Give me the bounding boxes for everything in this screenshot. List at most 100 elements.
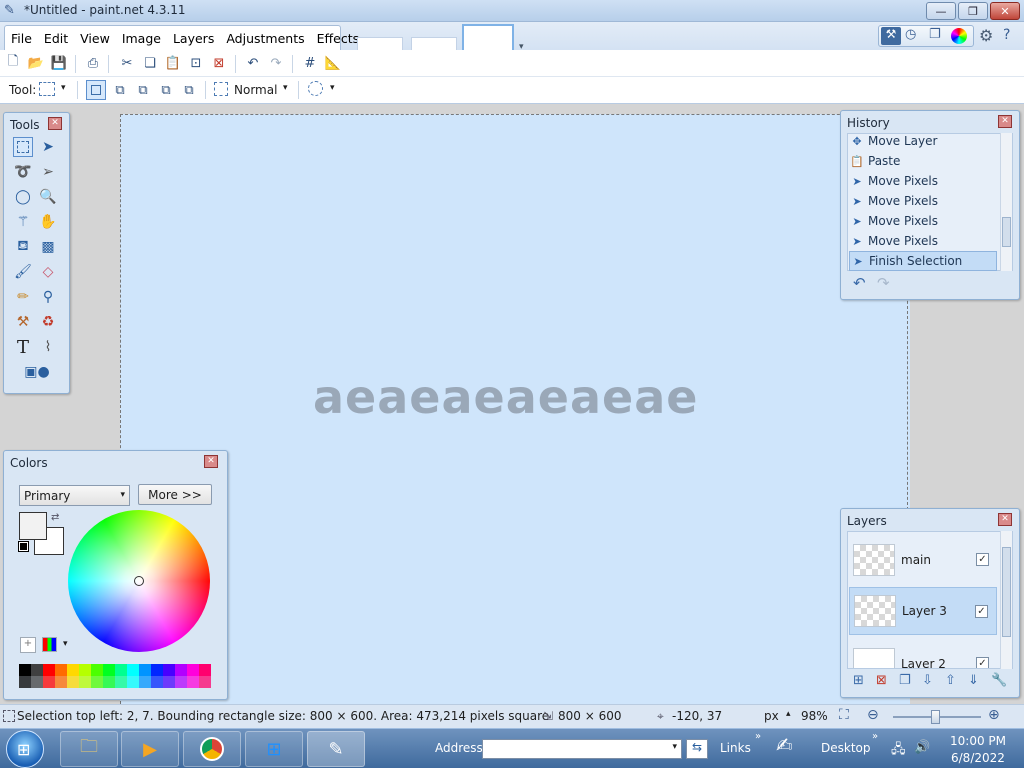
clock-date[interactable]: 6/8/2022 (951, 751, 1005, 765)
grid-icon[interactable]: # (301, 54, 319, 72)
menu-image[interactable]: Image (116, 31, 167, 46)
units-select[interactable]: px (764, 709, 779, 723)
tools-toggle-icon[interactable]: ⚒ (881, 27, 901, 45)
selected-tool-icon[interactable] (39, 82, 55, 96)
rectangle-select-tool-icon[interactable] (13, 137, 33, 157)
selection-mode-intersect[interactable]: ⧉ (157, 81, 175, 99)
close-button[interactable]: ✕ (990, 2, 1020, 20)
palette-swatch[interactable] (43, 676, 55, 688)
zoom-level[interactable]: 98% (801, 709, 828, 723)
history-close-icon[interactable]: ✕ (998, 115, 1012, 128)
palette-swatch[interactable] (67, 676, 79, 688)
move-layer-down-icon[interactable]: ⇓ (968, 673, 979, 688)
color-picker-icon[interactable]: ⚲ (38, 287, 58, 307)
print-icon[interactable]: ⎙ (84, 54, 102, 72)
selection-mode-exclude[interactable]: ⧉ (134, 81, 152, 99)
palette-swatch[interactable] (91, 676, 103, 688)
palette-swatch[interactable] (127, 676, 139, 688)
lasso-select-icon[interactable]: ➰ (13, 162, 33, 182)
selection-mode-union[interactable]: ⧉ (111, 81, 129, 99)
blend-mode-dropdown-icon[interactable]: ▾ (283, 83, 288, 93)
menu-file[interactable]: File (5, 31, 38, 46)
layer-visibility-checkbox[interactable]: ✓ (976, 657, 989, 668)
color-wheel-cursor[interactable] (134, 576, 144, 586)
zoom-out-icon[interactable]: ⊖ (867, 707, 879, 723)
move-selected-pixels-icon[interactable]: ➤ (38, 137, 58, 157)
ellipse-select-icon[interactable]: ◯ (13, 187, 33, 207)
palette-swatch[interactable] (103, 664, 115, 676)
recolor-icon[interactable]: ♻ (38, 312, 58, 332)
selection-mode-replace[interactable] (86, 80, 106, 100)
layers-close-icon[interactable]: ✕ (998, 513, 1012, 526)
palette-swatch[interactable] (115, 664, 127, 676)
palette-swatch[interactable] (19, 664, 31, 676)
magic-wand-icon[interactable]: ⚚ (13, 212, 33, 232)
gear-icon[interactable]: ⚙ (979, 26, 993, 45)
undo-icon[interactable]: ↶ (244, 54, 262, 72)
palette-swatch[interactable] (19, 676, 31, 688)
layer-visibility-checkbox[interactable]: ✓ (975, 605, 988, 618)
layers-toggle-icon[interactable]: ❐ (929, 27, 941, 42)
palette-swatch[interactable] (127, 664, 139, 676)
palette-swatch[interactable] (151, 664, 163, 676)
history-item[interactable]: ➤ Move Pixels (849, 191, 997, 211)
gradient-icon[interactable]: ▩ (38, 237, 58, 257)
color-palette[interactable] (19, 664, 212, 688)
layers-scrollbar[interactable] (1000, 531, 1012, 669)
move-selection-icon[interactable]: ➢ (38, 162, 58, 182)
palette-swatch[interactable] (79, 664, 91, 676)
crop-icon[interactable]: ⊡ (187, 54, 205, 72)
palette-swatch[interactable] (31, 676, 43, 688)
colors-toggle-icon[interactable] (951, 28, 967, 44)
palette-swatch[interactable] (31, 664, 43, 676)
eraser-icon[interactable]: ◇ (38, 262, 58, 282)
history-item[interactable]: ➤ Move Pixels (849, 171, 997, 191)
zoom-icon[interactable]: 🔍 (38, 187, 58, 207)
palette-swatch[interactable] (79, 676, 91, 688)
selection-quality-icon[interactable] (214, 82, 228, 96)
paintnet-taskbar-button[interactable]: ✎ (307, 731, 365, 767)
move-layer-up-icon[interactable]: ⇧ (945, 673, 956, 688)
zoom-in-icon[interactable]: ⊕ (988, 707, 1000, 723)
layer-visibility-checkbox[interactable]: ✓ (976, 553, 989, 566)
line-curve-icon[interactable]: ⌇ (38, 337, 58, 357)
redo-icon[interactable]: ↷ (267, 54, 285, 72)
colors-close-icon[interactable]: ✕ (204, 455, 218, 468)
blend-mode-select[interactable]: Normal (234, 83, 277, 97)
cut-icon[interactable]: ✂ (118, 54, 136, 72)
new-icon[interactable]: 🗋 (4, 54, 22, 72)
shapes-icon[interactable]: ▣● (22, 362, 52, 382)
delete-layer-icon[interactable]: ⊠ (876, 673, 887, 688)
palette-swatch[interactable] (187, 664, 199, 676)
menu-adjustments[interactable]: Adjustments (220, 31, 310, 46)
selection-mode-invert[interactable]: ⧉ (180, 81, 198, 99)
palette-swatch[interactable] (91, 664, 103, 676)
antialias-dropdown-icon[interactable]: ▾ (330, 83, 335, 93)
clock-time[interactable]: 10:00 PM (950, 734, 1006, 748)
history-toggle-icon[interactable]: ◷ (905, 27, 916, 42)
tool-dropdown-icon[interactable]: ▾ (61, 83, 66, 93)
go-icon[interactable]: ⇆ (686, 739, 708, 759)
swap-colors-icon[interactable]: ⇄ (51, 512, 59, 523)
palette-swatch[interactable] (163, 676, 175, 688)
text-tool-icon[interactable]: T (13, 337, 33, 358)
duplicate-layer-icon[interactable]: ❐ (899, 673, 911, 688)
ruler-icon[interactable]: 📐 (324, 54, 342, 72)
palette-swatch[interactable] (187, 676, 199, 688)
primary-color-swatch[interactable] (19, 512, 47, 540)
layer-row-selected[interactable]: Layer 3 ✓ (849, 587, 997, 635)
menu-edit[interactable]: Edit (38, 31, 74, 46)
history-item-current[interactable]: ➤ Finish Selection (849, 251, 997, 271)
store-taskbar-button[interactable]: ⊞ (245, 731, 303, 767)
add-layer-icon[interactable]: ⊞ (853, 673, 864, 688)
antialias-icon[interactable] (308, 81, 323, 96)
chevron-right-icon[interactable]: » (872, 731, 878, 742)
media-player-taskbar-button[interactable]: ▶ (121, 731, 179, 767)
pen-icon[interactable]: ✍ (776, 733, 806, 763)
palette-dropdown-icon[interactable]: ▾ (63, 639, 68, 649)
palette-swatch[interactable] (175, 676, 187, 688)
zoom-slider-thumb[interactable] (931, 710, 940, 724)
palette-swatch[interactable] (199, 664, 211, 676)
maximize-button[interactable]: ❐ (958, 2, 988, 20)
more-colors-button[interactable]: More >> (138, 484, 212, 505)
